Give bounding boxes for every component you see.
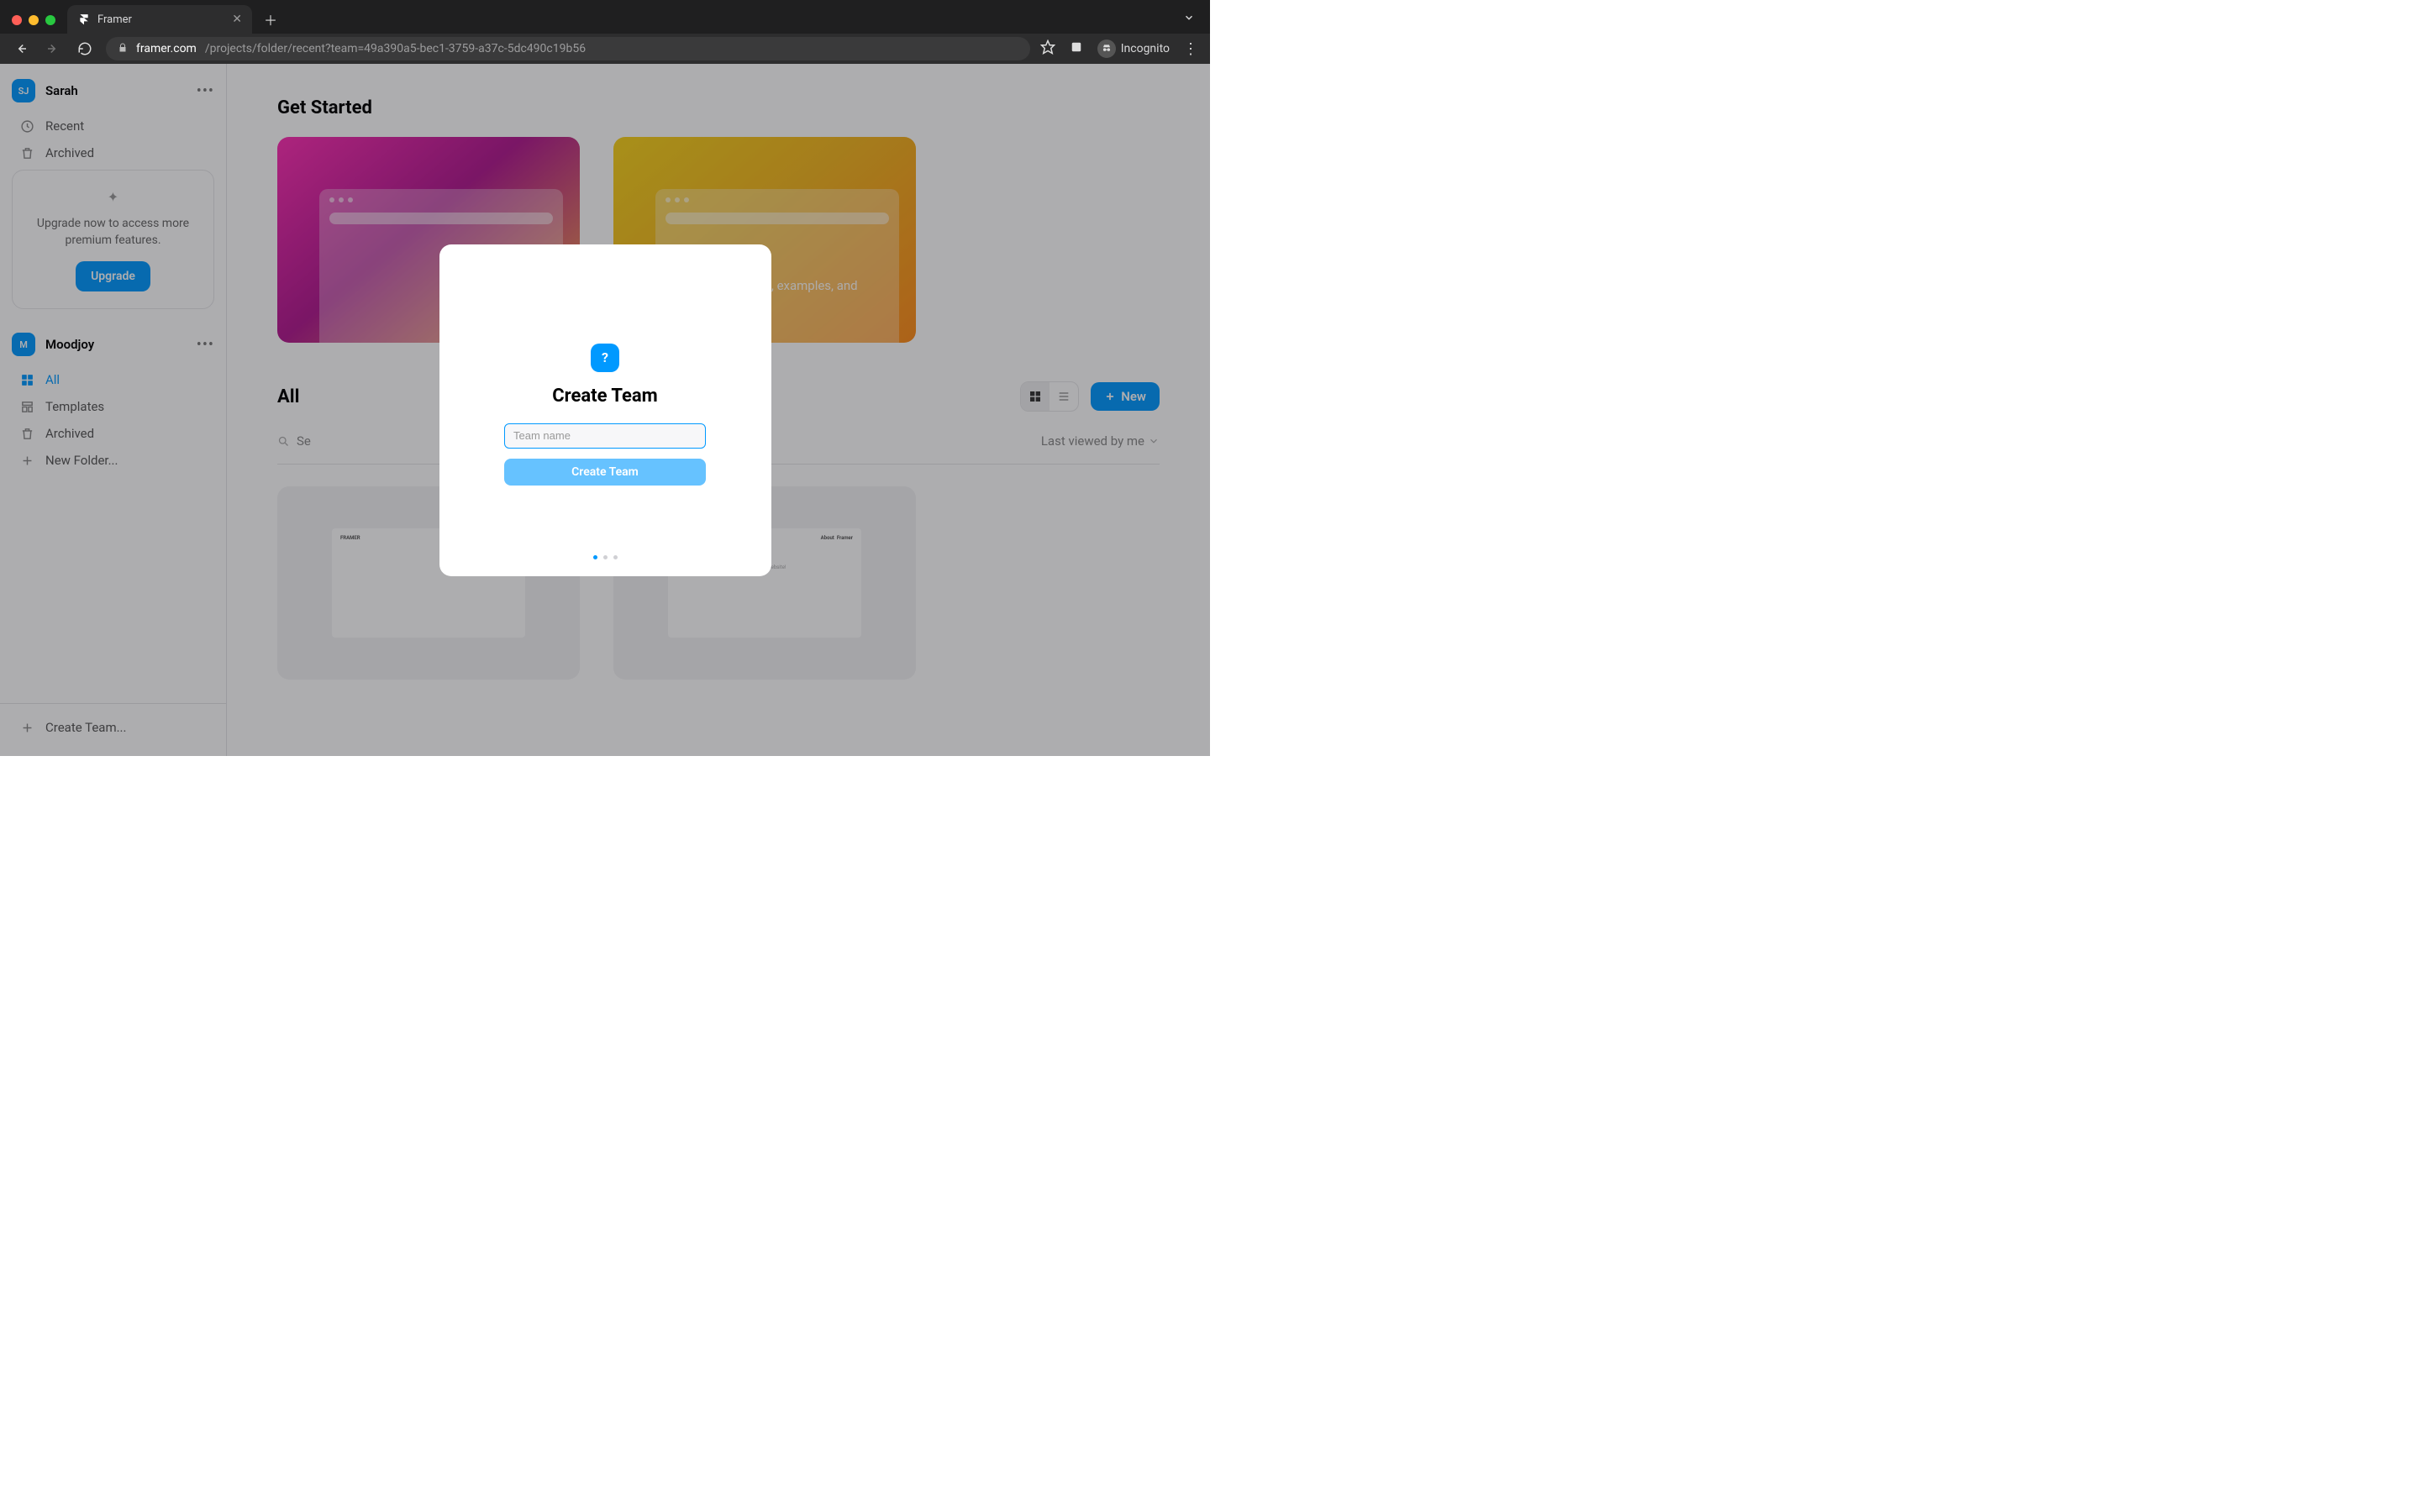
incognito-label: Incognito [1121, 42, 1170, 55]
new-tab-button[interactable]: ＋ [259, 8, 282, 31]
url-host: framer.com [136, 42, 197, 55]
lock-icon [118, 43, 128, 55]
tab-strip: Framer ✕ ＋ [0, 0, 1210, 34]
tab-close-button[interactable]: ✕ [232, 13, 242, 26]
incognito-indicator[interactable]: Incognito [1097, 39, 1170, 58]
extensions-button[interactable] [1069, 39, 1084, 58]
team-name-input[interactable] [504, 423, 706, 449]
create-team-submit-button[interactable]: Create Team [504, 459, 706, 486]
step-dot [613, 555, 618, 559]
tab-title: Framer [97, 13, 132, 26]
url-path: /projects/folder/recent?team=49a390a5-be… [205, 42, 586, 55]
window-close-button[interactable] [12, 15, 22, 25]
nav-forward-button[interactable] [42, 41, 64, 56]
step-dot [593, 555, 597, 559]
address-bar: framer.com/projects/folder/recent?team=4… [0, 34, 1210, 64]
step-dot [603, 555, 608, 559]
bookmark-button[interactable] [1040, 39, 1055, 58]
tab-framer[interactable]: Framer ✕ [67, 5, 252, 34]
window-minimize-button[interactable] [29, 15, 39, 25]
url-input[interactable]: framer.com/projects/folder/recent?team=4… [106, 37, 1030, 60]
modal-title: Create Team [552, 386, 657, 407]
window-controls [7, 15, 60, 34]
framer-favicon [77, 13, 91, 26]
create-team-modal: ? Create Team Create Team [439, 244, 771, 576]
nav-reload-button[interactable] [74, 41, 96, 56]
nav-back-button[interactable] [10, 41, 32, 56]
help-badge-icon: ? [591, 344, 619, 372]
modal-step-dots [439, 555, 771, 559]
tabs-dropdown-button[interactable] [1183, 11, 1203, 34]
browser-chrome: Framer ✕ ＋ framer.com/projects/folder/re… [0, 0, 1210, 64]
window-zoom-button[interactable] [45, 15, 55, 25]
incognito-icon [1097, 39, 1116, 58]
chrome-menu-button[interactable]: ⋮ [1183, 40, 1200, 58]
modal-overlay[interactable]: ? Create Team Create Team [0, 64, 1210, 756]
